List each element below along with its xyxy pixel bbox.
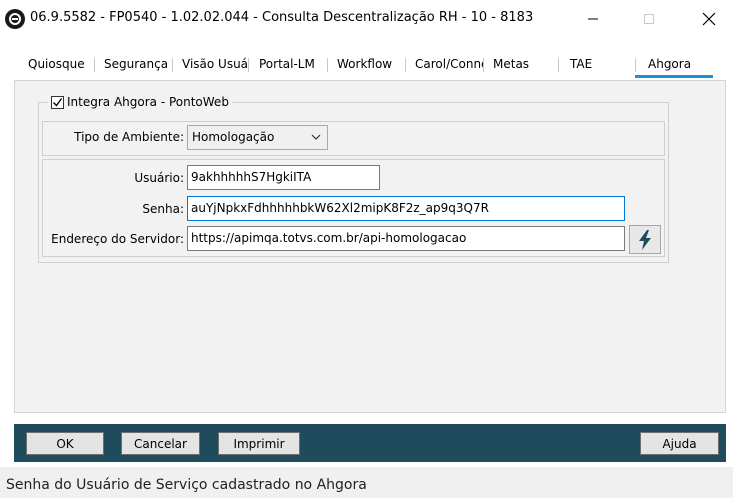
tab-separator <box>405 58 406 72</box>
help-button[interactable]: Ajuda <box>640 432 719 455</box>
tab-separator <box>248 58 249 72</box>
ok-button[interactable]: OK <box>26 432 104 455</box>
print-button[interactable]: Imprimir <box>218 432 300 455</box>
integra-ahgora-checkbox[interactable] <box>51 95 64 109</box>
window-title: 06.9.5582 - FP0540 - 1.02.02.044 - Consu… <box>30 10 534 25</box>
group-title: Integra Ahgora - PontoWeb <box>48 94 232 110</box>
minimize-button[interactable] <box>570 6 616 32</box>
checkmark-icon <box>53 97 63 107</box>
checkbox-label: Integra Ahgora - PontoWeb <box>67 95 229 109</box>
tab-portal-lm[interactable]: Portal-LM <box>255 56 325 72</box>
maximize-icon <box>644 14 654 24</box>
tab-strip: Quiosque Segurança Visão Usuário Portal-… <box>14 50 726 78</box>
tab-tae[interactable]: TAE <box>566 56 614 72</box>
test-connection-button[interactable] <box>629 225 661 254</box>
tab-separator <box>94 58 95 72</box>
close-icon <box>702 12 716 26</box>
chevron-down-icon <box>311 134 321 140</box>
active-tab-indicator <box>635 75 713 78</box>
usuario-label: Usuário: <box>134 171 184 185</box>
tab-separator <box>327 58 328 72</box>
tab-carol-connector[interactable]: Carol/Connector <box>411 56 483 72</box>
tab-separator <box>558 58 559 72</box>
status-text: Senha do Usuário de Serviço cadastrado n… <box>6 477 367 493</box>
tab-separator <box>483 58 484 72</box>
tab-visao-usuario[interactable]: Visão Usuário <box>178 56 248 72</box>
lightning-bolt-icon <box>639 229 651 250</box>
minimize-icon <box>588 18 598 20</box>
maximize-button[interactable] <box>626 6 672 32</box>
senha-label: Senha: <box>142 202 184 216</box>
cancel-button[interactable]: Cancelar <box>121 432 200 455</box>
ambiente-value: Homologação <box>192 130 275 144</box>
servidor-label: Endereço do Servidor: <box>51 232 184 246</box>
ambiente-label: Tipo de Ambiente: <box>74 130 184 144</box>
tab-workflow[interactable]: Workflow <box>333 56 403 72</box>
tab-seguranca[interactable]: Segurança <box>100 56 170 72</box>
tab-quiosque[interactable]: Quiosque <box>24 56 94 72</box>
usuario-input[interactable]: 9akhhhhhS7HgkiITA <box>187 165 380 190</box>
tab-separator <box>635 58 636 72</box>
title-bar: 06.9.5582 - FP0540 - 1.02.02.044 - Consu… <box>0 0 733 38</box>
app-logo-icon <box>5 9 25 29</box>
tab-ahgora[interactable]: Ahgora <box>644 56 702 72</box>
ambiente-select[interactable]: Homologação <box>187 125 328 150</box>
servidor-input[interactable]: https://apimqa.totvs.com.br/api-homologa… <box>187 226 625 251</box>
tab-separator <box>172 58 173 72</box>
close-button[interactable] <box>686 6 732 32</box>
senha-input[interactable]: auYjNpkxFdhhhhhbkW62Xl2mipK8F2z_ap9q3Q7R <box>187 196 625 221</box>
footer-toolbar: OK Cancelar Imprimir Ajuda <box>14 424 726 462</box>
status-bar: Senha do Usuário de Serviço cadastrado n… <box>0 467 733 498</box>
tab-metas[interactable]: Metas <box>489 56 547 72</box>
